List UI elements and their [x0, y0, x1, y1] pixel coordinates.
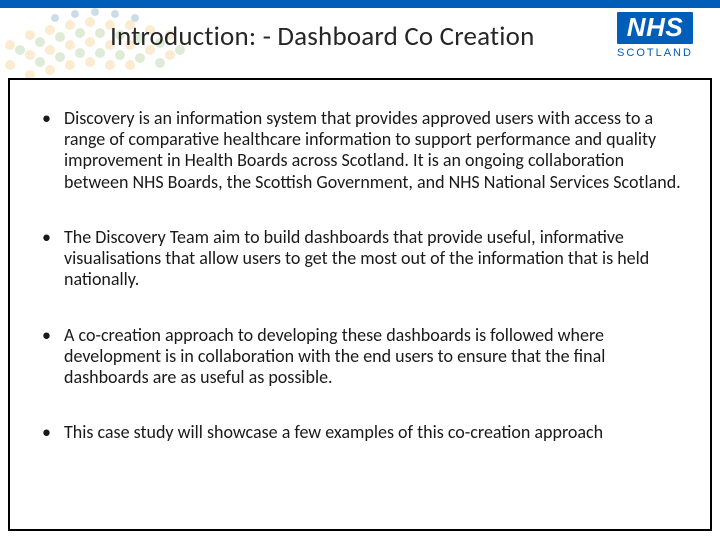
list-item: This case study will showcase a few exam… [32, 422, 688, 443]
brand-stripe [0, 0, 720, 8]
slide-header: Introduction: - Dashboard Co Creation NH… [0, 16, 720, 76]
list-item: A co-creation approach to developing the… [32, 325, 688, 389]
list-item: The Discovery Team aim to build dashboar… [32, 227, 688, 291]
bullet-list: Discovery is an information system that … [32, 108, 688, 444]
nhs-logo-mark: NHS [617, 12, 693, 44]
list-item: Discovery is an information system that … [32, 108, 688, 193]
slide-title: Introduction: - Dashboard Co Creation [110, 20, 535, 53]
slide-body: Discovery is an information system that … [8, 80, 712, 531]
nhs-logo-subtext: SCOTLAND [610, 47, 700, 59]
nhs-logo: NHS SCOTLAND [610, 12, 700, 59]
